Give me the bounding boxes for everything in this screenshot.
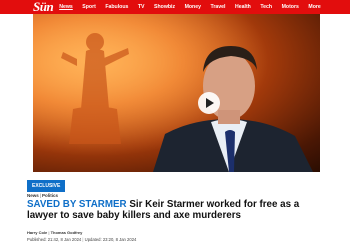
nav-item-showbiz[interactable]: Showbiz: [153, 0, 176, 14]
article-dates: Published: 21:42, 8 Jan 2024 | Updated: …: [27, 237, 137, 242]
exclusive-badge: EXCLUSIVE: [27, 180, 66, 192]
nav-item-travel[interactable]: Travel: [210, 0, 227, 14]
site-logo[interactable]: Sün: [33, 0, 54, 14]
nav-item-motors[interactable]: Motors: [281, 0, 300, 14]
nav-item-tv[interactable]: TV: [137, 0, 146, 14]
headline-kicker: SAVED BY STARMER: [27, 199, 127, 210]
breadcrumb: News|Politics: [27, 193, 59, 198]
video-still-image: [33, 14, 320, 172]
article-headline: SAVED BY STARMER Sir Keir Starmer worked…: [27, 199, 332, 221]
breadcrumb-news[interactable]: News: [27, 193, 39, 198]
video-player[interactable]: [33, 14, 320, 172]
nav-item-health[interactable]: Health: [234, 0, 252, 14]
play-button[interactable]: [198, 92, 220, 114]
nav-item-more[interactable]: More: [307, 0, 321, 14]
breadcrumb-politics[interactable]: Politics: [42, 193, 58, 198]
top-nav: Sün News Sport Fabulous TV Showbiz Money…: [0, 0, 350, 14]
author-link[interactable]: Thomas Godfrey: [51, 230, 83, 235]
nav-item-money[interactable]: Money: [184, 0, 202, 14]
author-link[interactable]: Harry Cole: [27, 230, 47, 235]
nav-item-news[interactable]: News: [58, 0, 74, 14]
published-date: Published: 21:42, 8 Jan 2024: [27, 237, 82, 242]
updated-date: Updated: 23:20, 8 Jan 2024: [84, 237, 137, 242]
byline: Harry Cole | Thomas Godfrey: [27, 230, 83, 235]
nav-item-tech[interactable]: Tech: [259, 0, 273, 14]
nav-item-sport[interactable]: Sport: [81, 0, 97, 14]
nav-item-fabulous[interactable]: Fabulous: [104, 0, 129, 14]
